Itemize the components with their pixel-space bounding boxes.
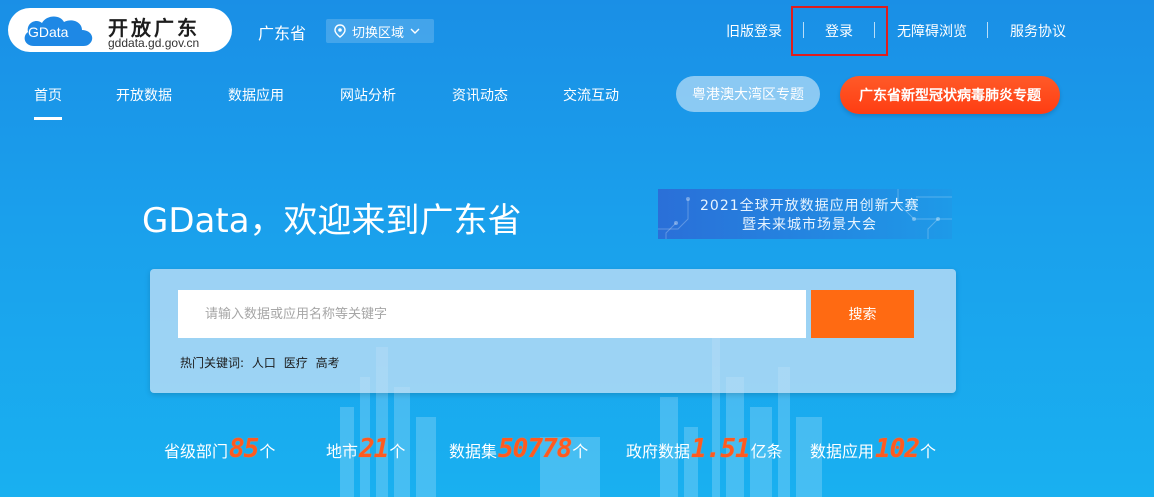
welcome-heading: GData，欢迎来到广东省: [142, 201, 522, 241]
old-login-link[interactable]: 旧版登录: [726, 21, 782, 41]
nav-data-apps[interactable]: 数据应用: [228, 85, 284, 105]
stat-datasets: 数据集 50778 个: [449, 434, 588, 464]
stat-label: 数据集: [449, 442, 498, 461]
nav-news[interactable]: 资讯动态: [452, 85, 508, 105]
hot-keyword-medical[interactable]: 医疗: [284, 356, 308, 370]
gba-topic-button[interactable]: 粤港澳大湾区专题: [676, 76, 820, 112]
hot-keywords-label: 热门关键词:: [180, 356, 245, 370]
region-switch-label: 切换区域: [352, 25, 405, 41]
location-pin-icon: [334, 24, 346, 38]
divider: [874, 22, 875, 38]
hot-keyword-population[interactable]: 人口: [252, 356, 276, 370]
stat-value: 1.51: [691, 434, 751, 464]
nav-home[interactable]: 首页: [34, 85, 62, 105]
stat-provincial-departments: 省级部门 85 个: [164, 434, 275, 464]
search-panel: 搜索 热门关键词: 人口 医疗 高考: [150, 269, 956, 393]
region-switch-button[interactable]: 切换区域: [326, 19, 434, 43]
stat-value: 85: [229, 434, 259, 464]
stat-unit: 个: [919, 442, 936, 461]
stat-unit: 个: [572, 442, 589, 461]
contest-banner[interactable]: 2021全球开放数据应用创新大赛 暨未来城市场景大会: [658, 189, 952, 239]
stat-unit: 亿条: [750, 442, 783, 461]
nav-active-indicator: [34, 117, 62, 120]
site-logo[interactable]: GData 开放广东 gddata.gd.gov.cn: [8, 8, 232, 52]
service-agreement-link[interactable]: 服务协议: [1010, 21, 1066, 41]
stat-data-apps: 数据应用 102 个: [810, 434, 936, 464]
stat-government-data: 政府数据 1.51 亿条: [626, 434, 783, 464]
nav-open-data[interactable]: 开放数据: [116, 85, 172, 105]
hot-keyword-gaokao[interactable]: 高考: [316, 356, 340, 370]
stat-cities: 地市 21 个: [326, 434, 405, 464]
logo-domain: gddata.gd.gov.cn: [108, 36, 200, 50]
current-province: 广东省: [258, 24, 307, 43]
hot-keywords: 热门关键词: 人口 医疗 高考: [180, 354, 340, 371]
nav-site-analysis[interactable]: 网站分析: [340, 85, 396, 105]
stat-label: 地市: [326, 442, 359, 461]
top-bar: GData 开放广东 gddata.gd.gov.cn 广东省 切换区域 旧版登…: [0, 0, 1154, 64]
login-link[interactable]: 登录: [825, 21, 853, 41]
stat-label: 省级部门: [164, 442, 229, 461]
main-nav: 首页 开放数据 数据应用 网站分析 资讯动态 交流互动 粤港澳大湾区专题 广东省…: [0, 64, 1154, 126]
chevron-down-icon: [410, 28, 420, 34]
statistics-bar: 省级部门 85 个 地市 21 个 数据集 50778 个 政府数据 1.51 …: [0, 426, 1154, 466]
search-input[interactable]: [178, 290, 806, 338]
stat-unit: 个: [259, 442, 276, 461]
stat-unit: 个: [389, 442, 406, 461]
stat-label: 政府数据: [626, 442, 691, 461]
accessible-browse-link[interactable]: 无障碍浏览: [897, 21, 967, 41]
banner-title-line2: 暨未来城市场景大会: [742, 217, 877, 233]
banner-title-line1: 2021全球开放数据应用创新大赛: [700, 198, 920, 214]
search-button[interactable]: 搜索: [811, 290, 914, 338]
stat-value: 50778: [498, 434, 572, 464]
covid-topic-button[interactable]: 广东省新型冠状病毒肺炎专题: [840, 76, 1060, 114]
divider: [987, 22, 988, 38]
stat-label: 数据应用: [810, 442, 875, 461]
nav-interaction[interactable]: 交流互动: [563, 85, 619, 105]
stat-value: 102: [875, 434, 920, 464]
stat-value: 21: [359, 434, 389, 464]
logo-mark-text: GData: [28, 24, 69, 40]
